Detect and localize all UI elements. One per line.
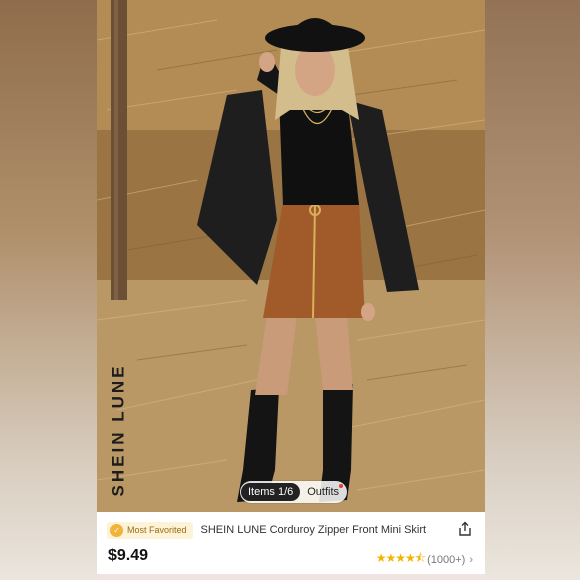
product-title[interactable]: SHEIN LUNE Corduroy Zipper Front Mini Sk…	[201, 524, 427, 536]
chevron-right-icon: ›	[469, 553, 473, 566]
price-row: $9.49 ★★★★⯪ (1000+) ›	[97, 547, 485, 569]
brand-watermark: SHEIN LUNE	[108, 363, 127, 497]
star-rating: ★★★★⯪	[375, 551, 426, 565]
outfits-label: Outfits	[307, 486, 340, 498]
rating-summary[interactable]: ★★★★⯪ (1000+) ›	[376, 549, 473, 570]
share-icon[interactable]	[457, 521, 473, 542]
most-favorited-badge: ✓ Most Favorited	[107, 521, 193, 539]
badge-label: Most Favorited	[127, 525, 187, 535]
review-count: (1000+)	[427, 553, 466, 566]
bottom-strip	[97, 574, 485, 580]
product-price: $9.49	[108, 547, 149, 564]
product-title-row: ✓ Most Favorited SHEIN LUNE Corduroy Zip…	[97, 512, 485, 548]
blurred-left-panel	[0, 0, 97, 580]
outfits-tab[interactable]: Outfits	[300, 483, 346, 501]
medal-icon: ✓	[110, 523, 123, 537]
product-image[interactable]: SHEIN LUNE Items 1/6 Outfits	[97, 0, 485, 512]
notification-dot	[339, 484, 344, 488]
items-tab[interactable]: Items 1/6	[241, 483, 301, 501]
model-photo-illustration	[97, 0, 485, 512]
product-screen: SHEIN LUNE Items 1/6 Outfits ✓ Most Favo…	[97, 0, 485, 580]
image-pager: Items 1/6 Outfits	[240, 481, 348, 503]
blurred-right-panel	[485, 0, 580, 580]
